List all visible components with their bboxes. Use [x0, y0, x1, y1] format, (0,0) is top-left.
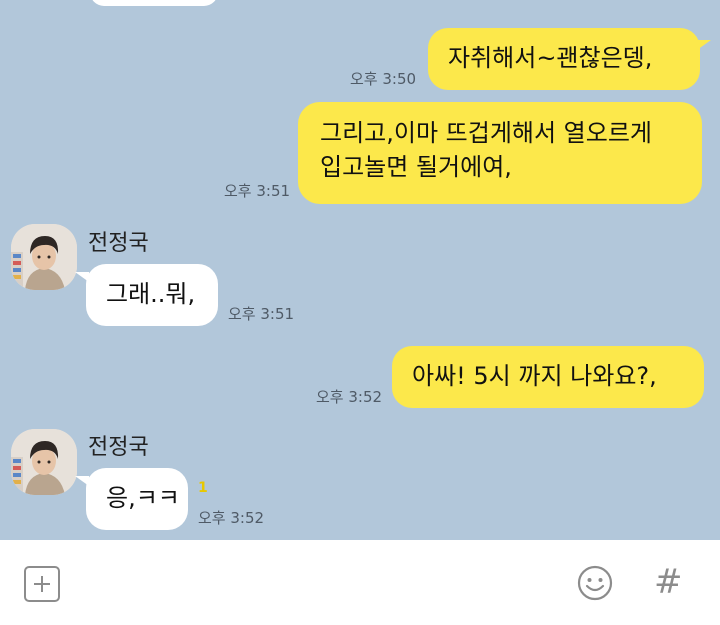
profile-photo-icon — [11, 429, 77, 495]
hash-button[interactable]: # — [654, 562, 683, 602]
profile-photo-icon — [11, 224, 77, 290]
bubble-tail — [75, 476, 89, 486]
unread-count: 1 — [198, 480, 208, 496]
message-text-line: 그리고,이마 뜨겁게해서 열오르게 — [320, 119, 653, 147]
bubble-tail — [75, 272, 89, 282]
chat-area[interactable]: 오후 3:50 자취해서~괜찮은뎅, 오후 3:51 그리고,이마 뜨겁게해서 … — [0, 0, 720, 540]
message-time: 오후 3:51 — [224, 182, 291, 200]
bubble-tail — [697, 40, 711, 50]
message-bubble-partial — [90, 0, 218, 6]
message-text-line: 입고놀면 될거에여, — [320, 153, 512, 181]
avatar[interactable] — [11, 224, 77, 290]
sender-name: 전정국 — [88, 231, 149, 256]
message-time: 오후 3:52 — [198, 509, 265, 527]
message-text: 응,ㅋㅋ — [106, 484, 180, 512]
their-message-bubble[interactable]: 응,ㅋㅋ — [86, 468, 188, 530]
message-text: 그래..뭐, — [106, 280, 196, 308]
their-message-bubble[interactable]: 그래..뭐, — [86, 264, 218, 326]
my-message-bubble[interactable]: 아싸! 5시 까지 나와요?, — [392, 346, 704, 408]
message-time: 오후 3:51 — [228, 305, 295, 323]
smiley-icon[interactable] — [576, 564, 614, 602]
message-text: 아싸! 5시 까지 나와요?, — [412, 362, 657, 390]
avatar[interactable] — [11, 429, 77, 495]
message-time: 오후 3:50 — [350, 70, 417, 88]
sender-name: 전정국 — [88, 435, 149, 460]
smiley-icon-graphic — [577, 565, 613, 601]
my-message-bubble[interactable]: 자취해서~괜찮은뎅, — [428, 28, 700, 90]
message-text: 자취해서~괜찮은뎅, — [448, 44, 653, 72]
plus-box-icon[interactable] — [24, 566, 60, 602]
my-message-bubble[interactable]: 그리고,이마 뜨겁게해서 열오르게 입고놀면 될거에여, — [298, 102, 702, 204]
message-time: 오후 3:52 — [316, 388, 383, 406]
